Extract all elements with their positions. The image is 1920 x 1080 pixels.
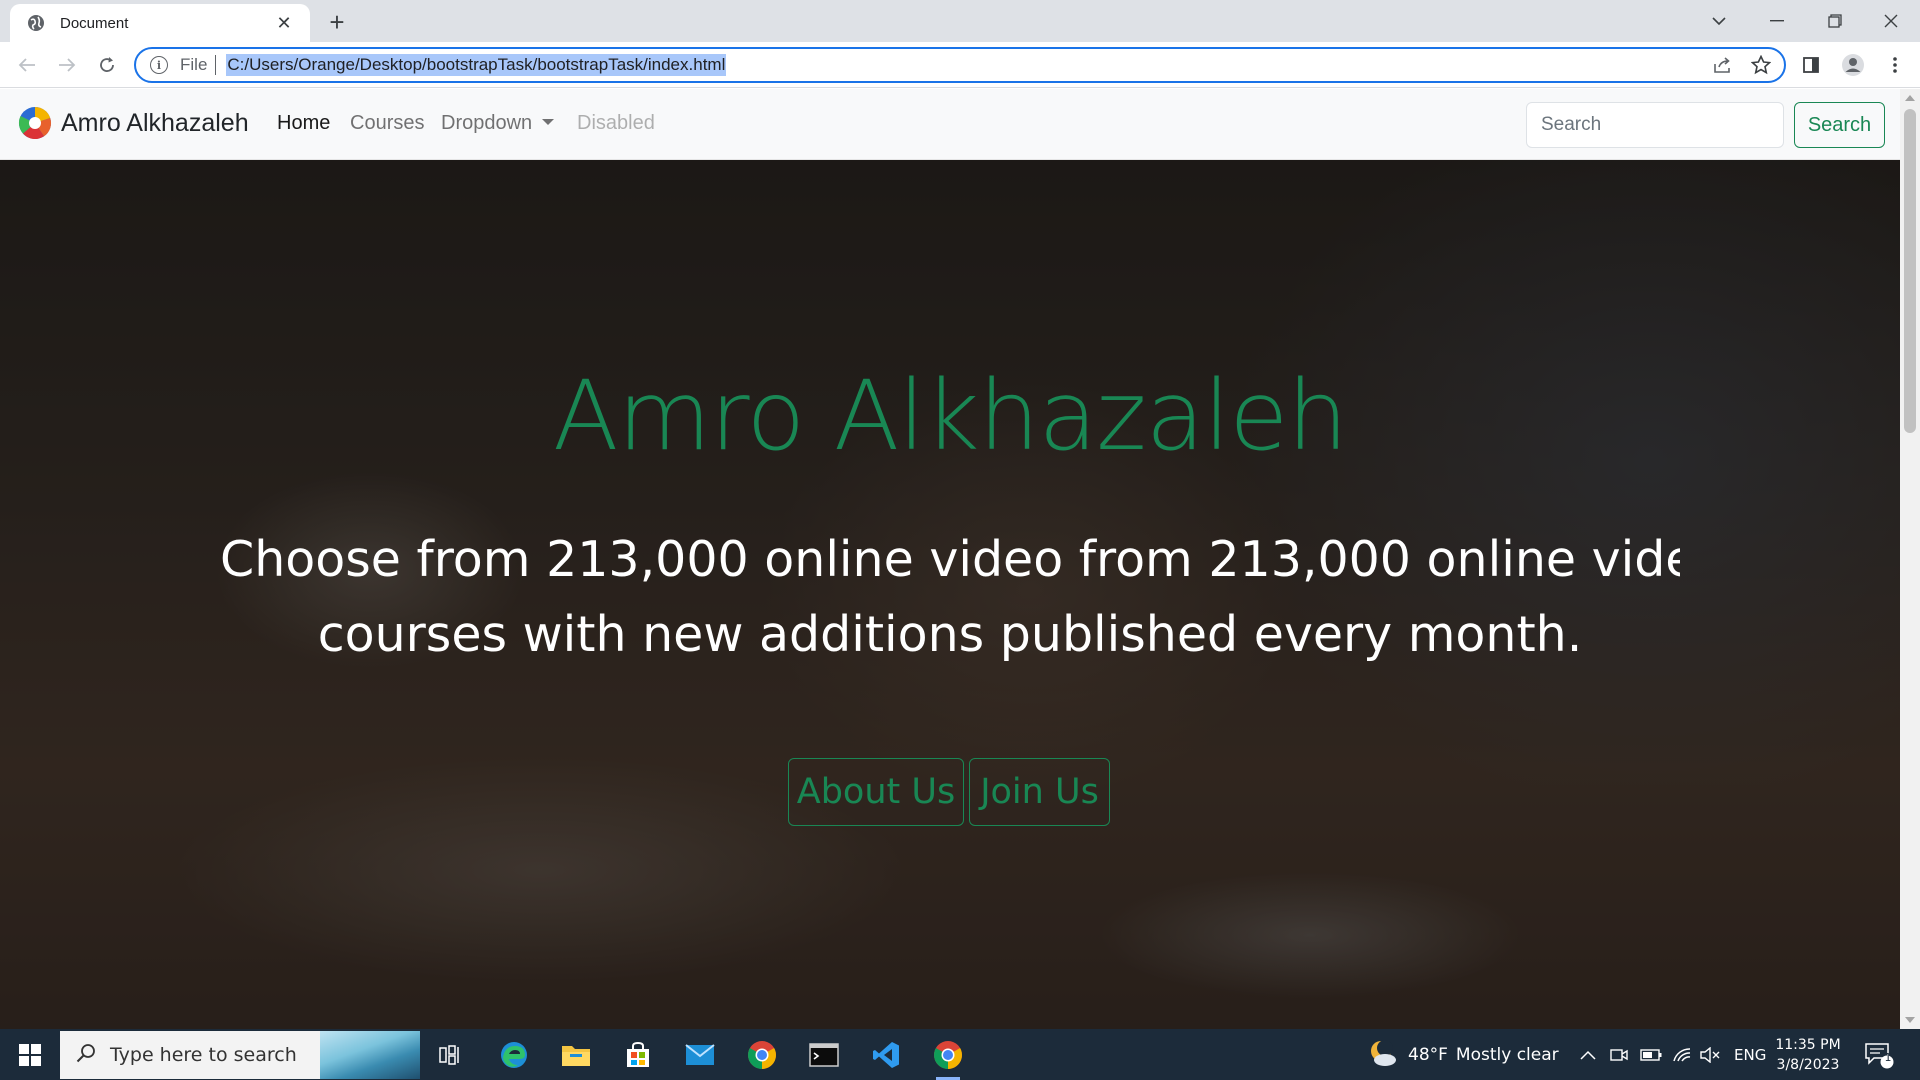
chrome-active-icon[interactable] [928,1035,968,1080]
side-panel-icon[interactable] [1796,50,1826,80]
show-hidden-icons-chevron-icon[interactable] [1580,1029,1596,1080]
profile-avatar-icon[interactable] [1838,50,1868,80]
minimize-button[interactable] [1748,0,1806,42]
language-indicator[interactable]: ENG [1734,1029,1766,1080]
windows-start-icon[interactable] [10,1039,50,1071]
join-us-button[interactable]: Join Us [969,758,1110,826]
hero-lead-text: Choose from 213,000 online video from 21… [220,522,1680,672]
battery-icon[interactable] [1640,1029,1662,1080]
taskbar-search-box[interactable]: Type here to search [60,1031,420,1079]
scroll-up-arrow-icon[interactable] [1905,95,1915,101]
browser-tab-bar: Document ✕ + [0,0,1920,42]
restore-button[interactable] [1806,0,1864,42]
globe-icon [26,13,46,33]
clock-time: 11:35 PM [1775,1037,1841,1053]
scheme-label: File [180,55,208,74]
weather-temp: 48°F [1408,1044,1448,1065]
terminal-icon[interactable] [804,1035,844,1075]
weather-widget[interactable]: 48°F Mostly clear [1368,1029,1559,1080]
system-clock[interactable]: 11:35 PM 3/8/2023 [1770,1035,1846,1075]
file-explorer-icon[interactable] [556,1035,596,1075]
tab-search-icon[interactable] [1690,0,1748,42]
mail-icon[interactable] [680,1035,720,1075]
search-icon [76,1043,96,1068]
nav-dropdown-toggle[interactable]: Dropdown [441,112,555,135]
tab-title: Document [60,14,129,32]
clock-date: 3/8/2023 [1776,1057,1840,1073]
brand-name: Amro Alkhazaleh [61,108,249,137]
search-highlight-image [320,1031,420,1079]
close-tab-icon[interactable]: ✕ [272,13,296,34]
site-navbar: Amro Alkhazaleh Home Courses Dropdown Di… [0,89,1900,160]
scrollbar-thumb[interactable] [1904,109,1916,433]
search-button[interactable]: Search [1794,102,1885,148]
vscode-icon[interactable] [866,1035,906,1075]
hero-title: Amro Alkhazaleh [552,360,1348,472]
about-us-button[interactable]: About Us [788,758,964,826]
volume-muted-icon[interactable] [1700,1029,1720,1080]
page-scrollbar[interactable] [1900,89,1920,1029]
notification-center-icon[interactable]: 1 [1864,1029,1894,1080]
back-arrow-icon[interactable] [12,50,42,80]
browser-toolbar: i File C:/Users/Orange/Desktop/bootstrap… [0,42,1920,88]
close-window-button[interactable] [1862,0,1920,42]
windows-taskbar: Type here to search 48°F Mostly clear EN… [0,1029,1920,1080]
meet-now-icon[interactable] [1610,1029,1628,1080]
search-input[interactable] [1526,102,1784,148]
bookmark-star-icon[interactable] [1746,50,1776,80]
edge-icon[interactable] [494,1035,534,1075]
reload-icon[interactable] [92,50,122,80]
nav-link-home[interactable]: Home [277,112,330,135]
notification-count: 1 [1884,1051,1892,1064]
taskbar-search-placeholder: Type here to search [110,1044,297,1066]
nav-dropdown-label: Dropdown [441,112,533,134]
wifi-icon[interactable] [1672,1029,1692,1080]
nav-link-courses[interactable]: Courses [350,112,424,135]
browser-menu-icon[interactable] [1880,50,1910,80]
page-viewport: Amro Alkhazaleh Home Courses Dropdown Di… [0,89,1900,1029]
brand-logo-icon [18,106,52,140]
hero-section: Amro Alkhazaleh Choose from 213,000 onli… [0,160,1900,1029]
new-tab-button[interactable]: + [322,8,352,38]
caret-down-icon [542,118,555,125]
navbar-brand[interactable]: Amro Alkhazaleh [18,106,249,140]
microsoft-store-icon[interactable] [618,1035,658,1075]
weather-condition: Mostly clear [1455,1044,1559,1065]
task-view-icon[interactable] [430,1035,470,1075]
scroll-down-arrow-icon[interactable] [1905,1017,1915,1023]
share-icon[interactable] [1708,50,1738,80]
hero-lead-line-1: Choose from 213,000 online video from 21… [220,531,1680,588]
site-info-icon[interactable]: i [150,56,168,74]
forward-arrow-icon[interactable] [52,50,82,80]
browser-tab[interactable]: Document ✕ [10,4,310,42]
url-text[interactable]: C:/Users/Orange/Desktop/bootstrapTask/bo… [226,54,727,76]
omnibox-divider [215,55,217,75]
nav-link-disabled: Disabled [577,112,655,134]
hero-lead-line-2: courses with new additions published eve… [317,606,1583,663]
chrome-icon[interactable] [742,1035,782,1075]
address-bar[interactable]: i File C:/Users/Orange/Desktop/bootstrap… [134,47,1786,83]
moon-cloud-icon [1368,1039,1398,1071]
